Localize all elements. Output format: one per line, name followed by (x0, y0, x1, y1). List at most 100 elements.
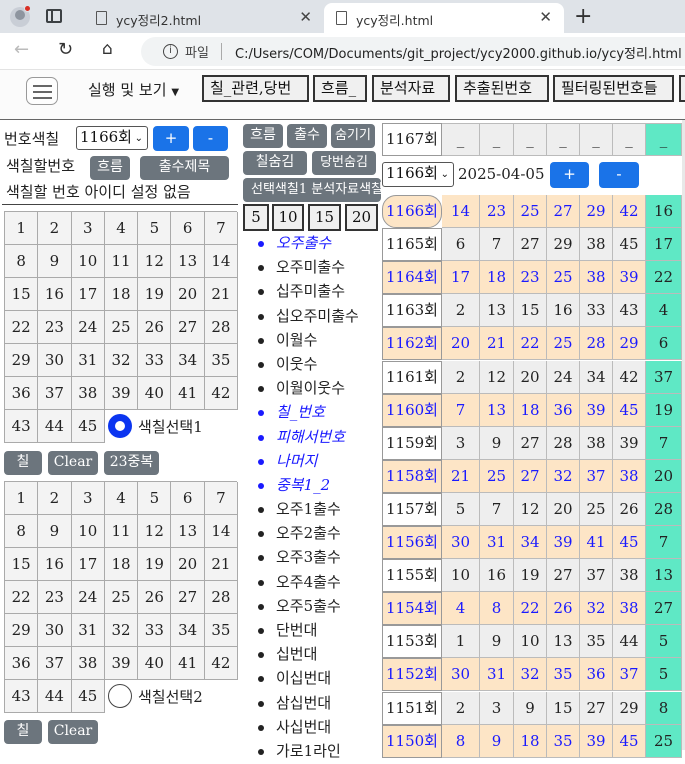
run-view-menu[interactable]: 실행 및 보기 ▼ (88, 79, 179, 100)
left-round-select[interactable]: 1166회 ⌄ (76, 126, 148, 150)
filter-item[interactable]: 십주미출수 (256, 280, 359, 304)
number-cell[interactable]: 43 (5, 680, 39, 713)
toolbar-button-more[interactable] (679, 75, 685, 102)
number-cell[interactable]: 2 (38, 212, 72, 245)
number-cell[interactable]: 44 (38, 680, 72, 713)
toolbar-button-extracted[interactable]: 추출된번호 (455, 75, 549, 102)
number-cell[interactable]: 19 (138, 278, 172, 311)
new-tab-icon[interactable]: + (574, 4, 592, 29)
select1-radio[interactable] (108, 414, 132, 438)
number-cell[interactable]: 20 (171, 548, 205, 581)
number-cell[interactable]: 8 (5, 245, 39, 278)
toolbar-button-analysis[interactable]: 분석자료 (372, 75, 450, 102)
number-cell[interactable]: 45 (71, 410, 105, 443)
filter-item[interactable]: 오주5출수 (256, 595, 359, 619)
filter-item[interactable]: 오주1출수 (256, 498, 359, 522)
filter-item[interactable]: 십오주미출수 (256, 305, 359, 329)
analysis-paint-button[interactable]: 선택색칠1 분석자료색칠 (243, 178, 381, 202)
filter-item[interactable]: 오주4출수 (256, 571, 359, 595)
number-cell[interactable]: 15 (5, 548, 39, 581)
number-cell[interactable]: 33 (138, 614, 172, 647)
range-button-10[interactable]: 10 (272, 204, 304, 231)
round-label[interactable]: 1164회 (382, 261, 442, 295)
number-cell[interactable]: 44 (38, 410, 72, 443)
round-label[interactable]: 1151회 (382, 691, 442, 725)
number-cell[interactable]: 13 (171, 515, 205, 548)
paint-button-1[interactable]: 칠 (4, 451, 42, 475)
toolbar-button-flow[interactable]: 흐름_ (313, 75, 367, 102)
number-cell[interactable]: 22 (5, 581, 39, 614)
filter-item[interactable]: 단번대 (256, 619, 359, 643)
number-cell[interactable]: 36 (5, 647, 39, 680)
number-cell[interactable]: 7 (204, 212, 239, 245)
filter-item[interactable]: 이월이웃수 (256, 377, 359, 401)
tab-actions-icon[interactable] (46, 9, 62, 23)
filter-item[interactable]: 오주3출수 (256, 546, 359, 570)
filter-item[interactable]: 나머지 (256, 450, 359, 474)
select2-radio[interactable] (108, 684, 132, 708)
number-cell[interactable]: 41 (171, 647, 205, 680)
paint-button-2[interactable]: 칠 (4, 720, 42, 744)
browser-tab-ycy2[interactable]: ycy정리2.html ✕ (84, 3, 324, 33)
right-round-select[interactable]: 1166회 ⌄ (382, 162, 454, 187)
number-cell[interactable]: 1 (5, 482, 39, 515)
info-icon[interactable]: i (163, 44, 178, 59)
round-label[interactable]: 1154회 (382, 592, 442, 626)
number-cell[interactable]: 28 (204, 311, 239, 344)
toolbar-button-paint-duty[interactable]: 칠_관련,당번 (202, 75, 309, 102)
number-cell[interactable]: 16 (38, 548, 72, 581)
round-label[interactable]: 1152회 (382, 658, 442, 692)
round-label[interactable]: 1163회 (382, 294, 442, 328)
home-icon[interactable]: ⌂ (102, 39, 113, 59)
round-label[interactable]: 1157회 (382, 492, 442, 526)
round-label[interactable]: 1161회 (382, 360, 442, 394)
number-cell[interactable]: 21 (204, 278, 239, 311)
number-cell[interactable]: 9 (38, 245, 72, 278)
filter-item[interactable]: 오주출수 (256, 232, 359, 256)
hide-paint-button[interactable]: 칠숨김 (243, 151, 307, 175)
number-cell[interactable]: 39 (104, 377, 139, 410)
number-cell[interactable]: 21 (204, 548, 239, 581)
round-label[interactable]: 1160회 (382, 393, 442, 427)
number-cell[interactable]: 26 (138, 581, 172, 614)
filter-item[interactable]: 사십번대 (256, 716, 359, 740)
right-plus-button[interactable]: + (550, 162, 589, 188)
filter-item[interactable]: 십번대 (256, 643, 359, 667)
back-arrow-icon[interactable]: ← (14, 39, 29, 60)
number-cell[interactable]: 23 (38, 581, 72, 614)
number-cell[interactable]: 29 (5, 614, 39, 647)
browser-tab-ycy[interactable]: ycy정리.html ✕ (324, 3, 564, 33)
reload-icon[interactable]: ↻ (58, 39, 73, 60)
url-omnibox[interactable]: i 파일 C:/Users/COM/Documents/git_project/… (141, 37, 685, 66)
number-cell[interactable]: 3 (71, 212, 105, 245)
number-cell[interactable]: 34 (171, 614, 205, 647)
number-cell[interactable]: 24 (71, 311, 105, 344)
number-cell[interactable]: 10 (71, 245, 105, 278)
draw-title-button[interactable]: 출수제목 (140, 156, 229, 180)
number-cell[interactable]: 23 (38, 311, 72, 344)
number-cell[interactable]: 11 (104, 245, 139, 278)
number-cell[interactable]: 11 (104, 515, 139, 548)
number-cell[interactable]: 40 (138, 377, 172, 410)
number-cell[interactable]: 42 (204, 377, 239, 410)
filter-item[interactable]: 이웃수 (256, 353, 359, 377)
toolbar-button-filtered[interactable]: 필터링된번호들 (553, 75, 674, 102)
number-cell[interactable]: 2 (38, 482, 72, 515)
number-cell[interactable]: 35 (204, 344, 239, 377)
number-cell[interactable]: 43 (5, 410, 39, 443)
range-button-20[interactable]: 20 (345, 204, 378, 231)
number-cell[interactable]: 12 (138, 515, 172, 548)
number-cell[interactable]: 26 (138, 311, 172, 344)
number-cell[interactable]: 13 (171, 245, 205, 278)
range-button-15[interactable]: 15 (308, 204, 341, 231)
hide-button[interactable]: 숨기기 (331, 124, 375, 148)
number-cell[interactable]: 27 (171, 311, 205, 344)
filter-item[interactable]: 가로1라인 (256, 740, 359, 764)
filter-item[interactable]: 중복1_2 (256, 474, 359, 498)
number-cell[interactable]: 31 (71, 344, 105, 377)
filter-item[interactable]: 오주미출수 (256, 256, 359, 280)
range-button-5[interactable]: 5 (243, 204, 269, 231)
number-cell[interactable]: 24 (71, 581, 105, 614)
round-label[interactable]: 1165회 (382, 228, 442, 262)
number-cell[interactable]: 17 (71, 278, 105, 311)
